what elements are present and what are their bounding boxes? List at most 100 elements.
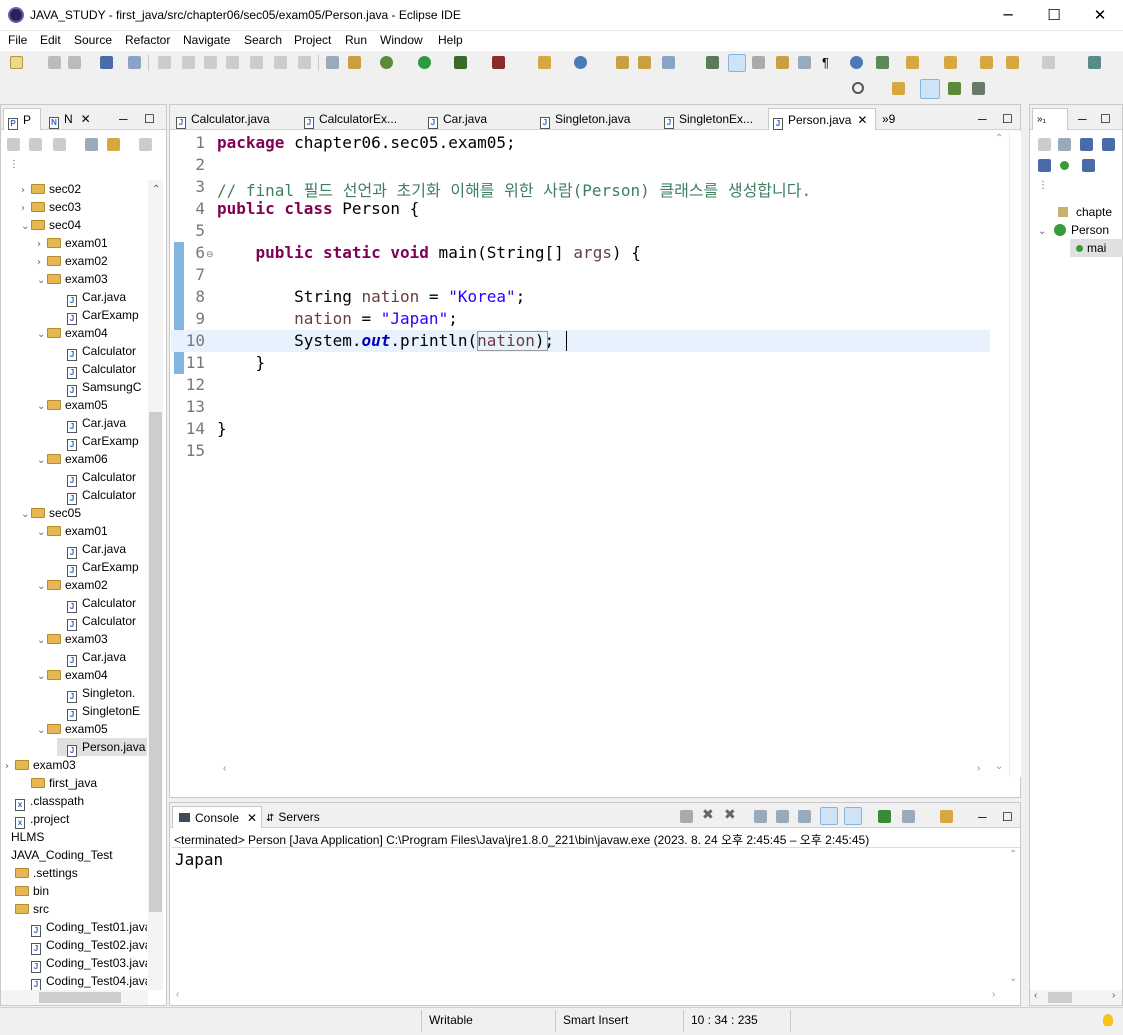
tree-item[interactable]: x .classpath [5, 792, 84, 811]
menu-edit[interactable]: Edit [40, 33, 61, 47]
show-on-output-icon[interactable] [798, 810, 811, 823]
code-line[interactable]: // final 필드 선언과 초기화 이해를 위한 사람(Person) 클래… [217, 177, 811, 201]
search-icon[interactable] [852, 82, 864, 94]
code-line[interactable]: } [217, 419, 227, 438]
tree-item[interactable]: JAVA_Coding_Test [1, 846, 113, 864]
editor-tab-calculatorexample[interactable]: J CalculatorEx... [304, 108, 420, 130]
new-window-icon[interactable] [1088, 56, 1101, 69]
menu-refactor[interactable]: Refactor [125, 33, 170, 47]
back-nav-icon[interactable] [7, 138, 20, 151]
minimize-view-icon[interactable]: ─ [119, 108, 131, 130]
minimize-icon[interactable]: ─ [985, 0, 1031, 31]
expanded-arrow-icon[interactable]: ⌄ [37, 524, 47, 542]
hide-fields-icon[interactable] [1102, 138, 1115, 151]
maximize-icon[interactable]: ☐ [1031, 0, 1077, 31]
pin-console-icon[interactable] [878, 810, 891, 823]
fold-collapse-icon[interactable]: ⊖ [206, 249, 214, 260]
scroll-left-icon[interactable]: ‹ [1034, 990, 1037, 1001]
tree-item[interactable]: J Car.java [57, 540, 126, 559]
tree-item[interactable]: J Car.java [57, 414, 126, 433]
scroll-up-icon[interactable]: ⌃ [995, 133, 1003, 144]
terminal-icon[interactable] [100, 56, 113, 69]
maximize-view-icon[interactable]: ☐ [1100, 108, 1112, 130]
collapse-all-icon[interactable] [1058, 138, 1071, 151]
tree-item[interactable]: J Calculator [57, 612, 136, 631]
sort-icon[interactable] [1080, 138, 1093, 151]
expanded-arrow-icon[interactable]: ⌄ [37, 398, 47, 416]
tab-console[interactable]: Console ✕ [172, 806, 262, 828]
menu-window[interactable]: Window [380, 33, 423, 47]
status-cursor-position[interactable]: 10 : 34 : 235 [691, 1013, 758, 1027]
tree-item[interactable]: J Coding_Test02.java [21, 936, 147, 955]
link-with-editor-icon[interactable] [107, 138, 120, 151]
tree-item[interactable]: J Calculator [57, 360, 136, 379]
status-insert-mode[interactable]: Smart Insert [563, 1013, 628, 1027]
menu-file[interactable]: File [8, 33, 27, 47]
tree-item[interactable]: › exam02 [37, 252, 108, 270]
tree-item[interactable]: bin [5, 882, 49, 900]
scroll-up-icon[interactable]: ⌃ [152, 184, 160, 195]
step-over-icon[interactable] [274, 56, 287, 69]
collapse-all-icon[interactable] [85, 138, 98, 151]
console-vertical-scrollbar[interactable]: ⌃ ⌄ [1006, 849, 1020, 989]
tree-item[interactable]: ⌄ exam04 [37, 324, 108, 342]
open-task-icon[interactable] [638, 56, 651, 69]
outline-item-class[interactable]: ⌄ Person [1038, 221, 1109, 239]
step-into-icon[interactable] [250, 56, 263, 69]
tree-hscroll-thumb[interactable] [39, 992, 121, 1003]
tree-item[interactable]: .settings [5, 864, 78, 882]
run-icon[interactable] [418, 56, 431, 69]
view-menu-icon[interactable] [139, 138, 152, 151]
scroll-right-icon[interactable]: › [992, 989, 995, 1000]
terminate-icon[interactable] [204, 56, 217, 69]
code-line[interactable]: String nation = "Korea"; [217, 287, 525, 306]
remove-launch-icon[interactable]: ✖ [702, 807, 715, 821]
show-console-stderr-icon[interactable] [844, 807, 862, 825]
scroll-down-icon[interactable]: ⌄ [995, 761, 1003, 772]
new-class-icon[interactable] [574, 56, 587, 69]
tree-item[interactable]: ⌄ exam05 [37, 720, 108, 738]
code-line[interactable]: package chapter06.sec05.exam05; [217, 133, 516, 152]
tree-item[interactable]: J Calculator [57, 342, 136, 361]
editor-horizontal-scrollbar[interactable]: ‹ › [185, 763, 991, 777]
tree-horizontal-scrollbar[interactable] [1, 990, 148, 1005]
scroll-left-icon[interactable]: ‹ [223, 763, 226, 774]
back-arrow-icon[interactable] [1006, 56, 1019, 69]
menu-project[interactable]: Project [294, 33, 331, 47]
menu-source[interactable]: Source [74, 33, 112, 47]
view-menu-dots-icon[interactable]: ⋮ [1038, 180, 1048, 191]
tree-scrollbar-thumb[interactable] [149, 412, 162, 912]
hide-static-icon[interactable] [1038, 159, 1051, 172]
editor-vertical-scrollbar[interactable]: ⌃ ⌄ [991, 131, 1009, 777]
code-line[interactable]: } [217, 353, 266, 372]
menu-run[interactable]: Run [345, 33, 367, 47]
code-editor[interactable]: 1 package chapter06.sec05.exam05; 2 3 // fin… [171, 131, 991, 777]
expanded-arrow-icon[interactable]: ⌄ [37, 632, 47, 650]
show-whitespace-icon[interactable] [798, 56, 811, 69]
up-nav-icon[interactable] [53, 138, 66, 151]
git-perspective-icon[interactable] [972, 82, 985, 95]
minimize-view-icon[interactable]: ─ [1078, 108, 1090, 130]
close-tab-icon[interactable]: ✕ [247, 811, 257, 825]
tip-bulb-icon[interactable] [1103, 1014, 1113, 1026]
expanded-arrow-icon[interactable]: ⌄ [37, 326, 47, 344]
display-console-icon[interactable] [902, 810, 915, 823]
java-perspective-icon[interactable] [920, 79, 940, 99]
scroll-left-icon[interactable]: ‹ [176, 989, 179, 1000]
save-all-icon[interactable] [68, 56, 81, 69]
close-tab-icon[interactable]: ✕ [81, 112, 91, 126]
expanded-arrow-icon[interactable]: ⌄ [21, 218, 31, 236]
expand-arrow-icon[interactable]: ⌄ [1038, 223, 1048, 241]
outline-toolbar-icon[interactable] [1038, 138, 1051, 151]
menu-search[interactable]: Search [244, 33, 282, 47]
tree-item[interactable]: J CarExamp [57, 558, 139, 577]
debug-perspective-icon[interactable] [948, 82, 961, 95]
tree-item[interactable]: ⌄ exam05 [37, 396, 108, 414]
tree-item[interactable]: J Coding_Test01.java [21, 918, 147, 937]
expanded-arrow-icon[interactable]: ⌄ [37, 668, 47, 686]
tree-item[interactable]: › sec03 [21, 198, 81, 216]
skip-breakpoints-icon[interactable] [128, 56, 141, 69]
code-line[interactable]: public static void main(String[] args) { [217, 243, 641, 262]
tree-item[interactable]: first_java [21, 774, 97, 792]
editor-tab-singletonexample[interactable]: J SingletonEx... [664, 108, 768, 130]
